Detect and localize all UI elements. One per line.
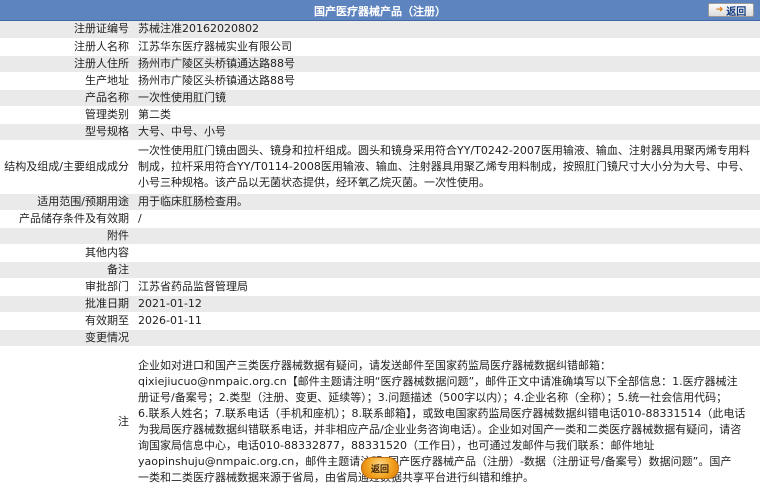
table-row: 注册证编号 苏械注准20162020802 (0, 21, 760, 39)
field-value (133, 261, 760, 279)
field-label: 生产地址 (0, 72, 133, 90)
field-label: 适用范围/预期用途 (0, 193, 133, 211)
field-value: 大号、中号、小号 (133, 123, 760, 141)
table-row: 生产地址 扬州市广陵区头桥镇通达路88号 (0, 72, 760, 90)
field-label: 产品名称 (0, 89, 133, 107)
text-line: 一次性使用肛门镜由圆头、镜身和拉杆组成。圆头和镜身采用符合YY/T0242-20… (138, 143, 750, 157)
table-row: 有效期至 2026-01-11 (0, 312, 760, 330)
field-value (133, 227, 760, 245)
table-row: 产品储存条件及有效期 / (0, 210, 760, 228)
back-button-top-label: 返回 (726, 6, 747, 18)
field-label: 附件 (0, 227, 133, 245)
field-value: 2026-01-11 (133, 312, 760, 330)
note-line: qixiejiucuo@nmpaic.org.cn【邮件主题请注明“医疗器械数据… (138, 375, 738, 388)
back-button-top[interactable]: ➜ 返回 (708, 3, 754, 18)
field-value: 苏械注准20162020802 (133, 21, 760, 39)
field-label: 注册人住所 (0, 55, 133, 73)
note-line: 企业如对进口和国产三类医疗器械数据有疑问，请发送邮件至国家药监局医疗器械数据纠错… (138, 359, 611, 372)
field-value: 第二类 (133, 106, 760, 124)
field-label: 变更情况 (0, 329, 133, 347)
table-row: 注册人住所 扬州市广陵区头桥镇通达路88号 (0, 55, 760, 73)
field-value: 一次性使用肛门镜 (133, 89, 760, 107)
product-info-table: 注册证编号 苏械注准20162020802 注册人名称 江苏华东医疗器械实业有限… (0, 21, 760, 499)
field-label: 注册证编号 (0, 21, 133, 39)
field-value: 江苏省药品监督管理局 (133, 278, 760, 296)
note-line: 为我局医疗器械数据纠错联系电话，并非相应产品/企业业务咨询电话）。企业如对国产一… (138, 423, 742, 436)
table-row: 结构及组成/主要组成成分 一次性使用肛门镜由圆头、镜身和拉杆组成。圆头和镜身采用… (0, 140, 760, 194)
field-label: 有效期至 (0, 312, 133, 330)
table-row: 审批部门 江苏省药品监督管理局 (0, 278, 760, 296)
field-value: 用于临床肛肠检查用。 (133, 193, 760, 211)
note-line: 册证号/备案号；2.类型（注册、变更、延续等）；3.问题描述（500字以内）；4… (138, 391, 728, 404)
field-label: 结构及组成/主要组成成分 (0, 140, 133, 194)
back-button-bottom[interactable]: 返回 (361, 457, 399, 479)
field-value: 扬州市广陵区头桥镇通达路88号 (133, 72, 760, 90)
table-row: 产品名称 一次性使用肛门镜 (0, 89, 760, 107)
field-value (133, 329, 760, 347)
table-row: 其他内容 (0, 244, 760, 262)
note-text: 企业如对进口和国产三类医疗器械数据有疑问，请发送邮件至国家药监局医疗器械数据纠错… (133, 346, 760, 499)
text-line: 制成，拉杆采用符合YY/T0114-2008医用输液、输血、注射器具用聚乙烯专用… (138, 159, 750, 173)
field-value: 扬州市广陵区头桥镇通达路88号 (133, 55, 760, 73)
note-line: 一类和二类医疗器械数据来源于省局，由省局通过数据共享平台进行纠错和维护。 (138, 471, 534, 484)
page: 国产医疗器械产品（注册） ➜ 返回 注册证编号 苏械注准20162020802 … (0, 0, 760, 499)
field-value: 2021-01-12 (133, 295, 760, 313)
field-value-multiline: 一次性使用肛门镜由圆头、镜身和拉杆组成。圆头和镜身采用符合YY/T0242-20… (133, 140, 760, 194)
field-label: 备注 (0, 261, 133, 279)
text-line: 小号三种规格。该产品以无菌状态提供，经环氧乙烷灭菌。一次性使用。 (138, 175, 490, 189)
note-line: 询国家局信息中心，电话010-88332877，88331520（工作日），也可… (138, 439, 655, 452)
note-line: 6.联系人姓名；7.联系电话（手机和座机）；8.联系邮箱】，或致电国家药监局医疗… (138, 407, 746, 420)
table-row: 注册人名称 江苏华东医疗器械实业有限公司 (0, 38, 760, 56)
field-label: 审批部门 (0, 278, 133, 296)
field-label: 产品储存条件及有效期 (0, 210, 133, 228)
field-label: 管理类别 (0, 106, 133, 124)
note-line: yaopinshuju@nmpaic.org.cn，邮件主题请注明“国产医疗器械… (138, 455, 732, 468)
table-row: 型号规格 大号、中号、小号 (0, 123, 760, 141)
field-label: 型号规格 (0, 123, 133, 141)
field-label: 批准日期 (0, 295, 133, 313)
page-title: 国产医疗器械产品（注册） (314, 5, 446, 18)
field-value: 江苏华东医疗器械实业有限公司 (133, 38, 760, 56)
note-label: 注 (0, 346, 133, 499)
table-row: 变更情况 (0, 329, 760, 347)
table-row: 批准日期 2021-01-12 (0, 295, 760, 313)
back-button-bottom-label: 返回 (370, 464, 389, 475)
table-row: 管理类别 第二类 (0, 106, 760, 124)
table-row: 附件 (0, 227, 760, 245)
field-value (133, 244, 760, 262)
table-row: 适用范围/预期用途 用于临床肛肠检查用。 (0, 193, 760, 211)
arrow-right-icon: ➜ (715, 5, 724, 15)
field-label: 注册人名称 (0, 38, 133, 56)
field-value: / (133, 210, 760, 228)
header-bar: 国产医疗器械产品（注册） ➜ 返回 (0, 0, 760, 21)
field-label: 其他内容 (0, 244, 133, 262)
table-row: 备注 (0, 261, 760, 279)
